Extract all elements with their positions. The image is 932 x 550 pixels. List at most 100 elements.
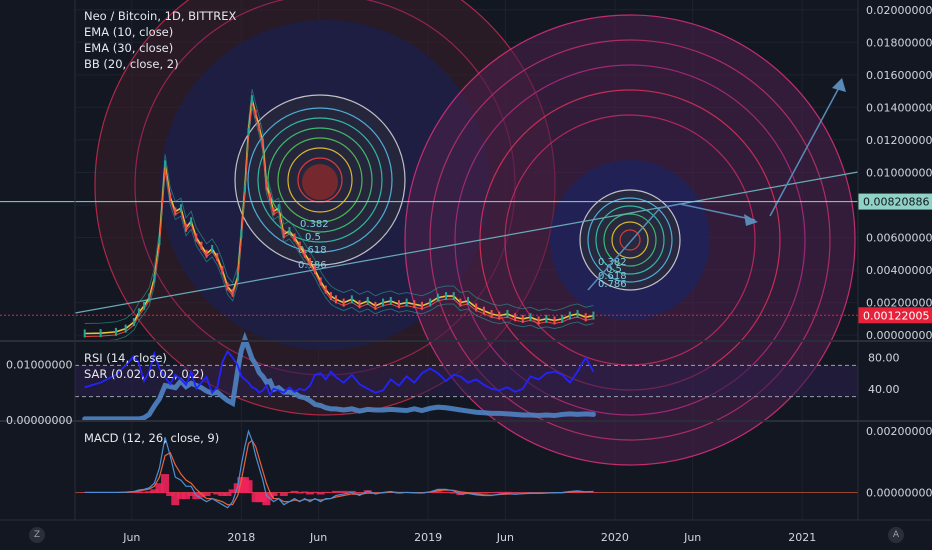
candle (445, 292, 448, 301)
indicator-bb[interactable]: BB (20, close, 2) (84, 56, 236, 72)
y-tick-label: 0.02000000 (866, 4, 932, 17)
candle (265, 181, 268, 190)
candle (467, 296, 470, 305)
candle (314, 266, 317, 275)
indicator-rsi[interactable]: RSI (14, close) (84, 350, 204, 366)
candle (482, 306, 485, 315)
candle (132, 318, 135, 327)
candle (211, 244, 214, 253)
candle (226, 282, 229, 291)
indicator-ema30[interactable]: EMA (30, close) (84, 40, 236, 56)
candle (124, 324, 127, 333)
x-tick-label: 2019 (414, 531, 442, 544)
candle (277, 204, 280, 213)
macd-histogram-bar (332, 490, 340, 493)
candle (537, 316, 540, 325)
fib-label: 0.382 (300, 219, 329, 230)
x-tick-label: Jun (122, 531, 140, 544)
candle (561, 314, 564, 323)
candle (231, 288, 234, 297)
candle (99, 329, 102, 338)
candle (545, 314, 548, 323)
candle (247, 127, 250, 136)
candle (83, 329, 86, 338)
x-tick-label: 2018 (227, 531, 255, 544)
macd-histogram-bar (161, 474, 170, 493)
zoom-button[interactable]: Z (29, 527, 45, 543)
candle (293, 233, 296, 242)
auto-scale-button[interactable]: A (888, 527, 904, 543)
candle (137, 308, 140, 317)
candle (148, 293, 151, 302)
fib-label: 0.786 (598, 279, 627, 290)
candle (308, 257, 311, 266)
chart-title[interactable]: Neo / Bitcoin, 1D, BITTREX (84, 8, 236, 24)
candle (429, 298, 432, 307)
candle (436, 293, 439, 302)
candle (282, 230, 285, 239)
candle (268, 192, 271, 201)
candle (251, 95, 254, 104)
macd-histogram-bar (479, 492, 488, 494)
candle (272, 207, 275, 216)
candle (374, 301, 377, 310)
macd-histogram-bar (487, 492, 496, 494)
rsi-legend: RSI (14, close) SAR (0.02, 0.02, 0.2) (84, 350, 204, 382)
candle (420, 301, 423, 310)
y-tick-label: 0.01800000 (866, 36, 932, 49)
candle (216, 253, 219, 262)
y-tick-label: 0.01000000 (866, 166, 932, 179)
candle (190, 217, 193, 226)
candle (490, 309, 493, 318)
candle (288, 227, 291, 236)
x-tick-label: Jun (496, 531, 514, 544)
candle (592, 311, 595, 320)
candle (514, 313, 517, 322)
candle (389, 296, 392, 305)
candle (506, 309, 509, 318)
candle (179, 204, 182, 213)
price-label: 0.00820886 (863, 196, 929, 209)
candle (568, 311, 571, 320)
indicator-ema10[interactable]: EMA (10, close) (84, 24, 236, 40)
candle (342, 298, 345, 307)
macd-tick-label: 0.00000000 (866, 486, 932, 499)
indicator-sar[interactable]: SAR (0.02, 0.02, 0.2) (84, 366, 204, 382)
candle (143, 301, 146, 310)
rsi-tick-label: 40.00 (868, 383, 900, 396)
left-tick-label: 0.01000000 (6, 358, 72, 371)
candle (174, 207, 177, 216)
macd-tick-label: 0.00200000 (866, 425, 932, 438)
indicator-macd[interactable]: MACD (12, 26, close, 9) (84, 430, 219, 446)
macd-histogram-bar (223, 492, 232, 496)
macd-histogram-bar (442, 491, 451, 493)
trading-chart[interactable]: 0.3820.3820.50.50.6180.6180.7860.786 Jun… (0, 0, 932, 550)
y-tick-label: 0.01200000 (866, 134, 932, 147)
candle (382, 298, 385, 307)
x-tick-label: 2020 (601, 531, 629, 544)
candle (114, 327, 117, 336)
macd-histogram-bar (589, 492, 598, 493)
fib-label: 0.5 (305, 232, 321, 243)
macd-histogram-bar (495, 491, 504, 493)
candle (195, 233, 198, 242)
candle (303, 249, 306, 258)
macd-legend: MACD (12, 26, close, 9) (84, 430, 219, 446)
candle (584, 313, 587, 322)
macd-histogram-bar (339, 490, 348, 493)
candle (298, 241, 301, 250)
candle (236, 272, 239, 281)
candle (258, 122, 261, 131)
candle (200, 241, 203, 250)
candle (324, 285, 327, 294)
candle (350, 295, 353, 304)
candle (498, 311, 501, 320)
candle (153, 274, 156, 283)
candle (459, 298, 462, 307)
price-label: 0.00122005 (863, 309, 929, 322)
candle (243, 184, 246, 193)
y-tick-label: 0.00600000 (866, 232, 932, 245)
candle (529, 313, 532, 322)
left-tick-label: 0.00000000 (6, 414, 72, 427)
candle (413, 300, 416, 309)
